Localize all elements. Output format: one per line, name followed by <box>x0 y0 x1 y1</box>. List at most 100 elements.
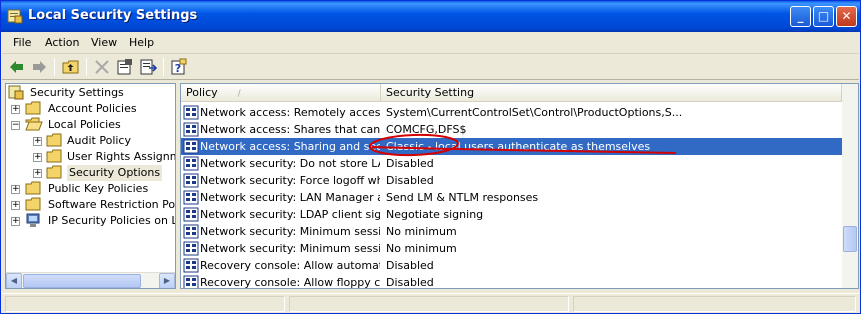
menu-view[interactable]: View <box>91 36 117 49</box>
menu-help[interactable]: Help <box>129 36 154 49</box>
help-icon[interactable]: ? <box>170 58 188 76</box>
back-arrow-icon[interactable] <box>8 58 26 76</box>
app-window: Local Security Settings _ □ ✕ File Actio… <box>0 0 861 314</box>
security-setting-value: Disabled <box>386 276 434 289</box>
properties-icon[interactable] <box>116 58 134 76</box>
policy-name: Network access: Shares that can ... <box>200 123 380 136</box>
policy-name: Recovery console: Allow floppy co... <box>200 276 380 289</box>
folder-icon <box>25 181 41 195</box>
folder-icon <box>46 149 62 163</box>
policy-name: Network access: Sharing and secu... <box>200 140 380 153</box>
delete-icon[interactable] <box>93 58 111 76</box>
menu-bar: File Action View Help <box>2 32 859 54</box>
security-setting-value: No minimum <box>386 225 457 238</box>
list-header: Policy / Security Setting <box>181 84 858 102</box>
policy-icon <box>183 241 199 256</box>
tree-expander[interactable]: + <box>11 185 20 194</box>
up-folder-icon[interactable] <box>62 58 80 76</box>
policy-icon <box>183 207 199 222</box>
policy-name: Network security: LAN Manager a... <box>200 191 380 204</box>
tree-label: Audit Policy <box>67 134 131 147</box>
status-cell <box>573 296 856 312</box>
list-vertical-scrollbar[interactable] <box>842 84 858 288</box>
status-cell <box>5 296 285 312</box>
table-row[interactable]: Network security: Minimum session... No m… <box>181 223 844 240</box>
policy-icon <box>183 190 199 205</box>
table-row[interactable]: Network security: LAN Manager a... Send L… <box>181 189 844 206</box>
tree-label: User Rights Assignmen <box>67 150 175 163</box>
column-header-policy[interactable]: Policy / <box>181 84 381 102</box>
policy-icon <box>183 139 199 154</box>
security-setting-value: Disabled <box>386 259 434 272</box>
tree-label: Security Settings <box>30 86 124 99</box>
policy-icon <box>183 122 199 137</box>
export-list-icon[interactable] <box>139 58 157 76</box>
window-title: Local Security Settings <box>28 8 198 23</box>
title-bar[interactable]: Local Security Settings _ □ ✕ <box>1 1 860 32</box>
sort-indicator: / <box>237 89 241 99</box>
scroll-left-icon[interactable]: ◀ <box>6 273 22 288</box>
scroll-thumb[interactable] <box>843 226 857 252</box>
tree-label: Public Key Policies <box>48 182 149 195</box>
security-settings-icon <box>7 9 23 24</box>
console-tree[interactable]: Security Settings + Account Policies − L… <box>5 83 176 289</box>
table-row[interactable]: Network security: Force logoff wh... Disa… <box>181 172 844 189</box>
tree-expander[interactable]: + <box>33 169 42 178</box>
tree-expander[interactable]: + <box>33 137 42 146</box>
folder-icon <box>46 133 62 147</box>
status-cell <box>289 296 569 312</box>
security-setting-value: Disabled <box>386 157 434 170</box>
table-row[interactable]: Network security: LDAP client signi... Ne… <box>181 206 844 223</box>
table-row[interactable]: Network access: Remotely accessi... Syste… <box>181 104 844 121</box>
table-row[interactable]: Network security: Do not store LA... Disa… <box>181 155 844 172</box>
tree-label: Security Options <box>67 165 163 181</box>
toolbar-separator <box>86 58 87 76</box>
tree-expander[interactable]: − <box>11 121 20 130</box>
folder-icon <box>46 165 62 179</box>
maximize-button[interactable]: □ <box>813 6 834 27</box>
toolbar: ? <box>2 54 859 80</box>
toolbar-separator <box>54 58 55 76</box>
tree-horizontal-scrollbar[interactable]: ◀ ▶ <box>6 272 175 288</box>
table-row[interactable]: Recovery console: Allow automati... Disab… <box>181 257 844 274</box>
status-bar <box>2 293 859 313</box>
table-row[interactable]: Recovery console: Allow floppy co... Disa… <box>181 274 844 289</box>
table-row[interactable]: Network security: Minimum session... No m… <box>181 240 844 257</box>
policy-list[interactable]: Policy / Security Setting Network access:… <box>180 83 859 289</box>
security-setting-value: Classic - local users authenticate as th… <box>386 140 651 153</box>
policy-name: Network security: Minimum session... <box>200 242 380 255</box>
policy-name: Network security: Force logoff wh... <box>200 174 380 187</box>
folder-icon <box>25 197 41 211</box>
tree-label: Software Restriction Policie <box>48 198 176 211</box>
column-header-security-setting[interactable]: Security Setting <box>381 84 842 102</box>
column-label: Security Setting <box>386 86 475 99</box>
tree-expander[interactable]: + <box>11 201 20 210</box>
policy-icon <box>183 156 199 171</box>
policy-icon <box>183 105 199 120</box>
tree-expander[interactable]: + <box>11 105 20 114</box>
table-row[interactable]: Network access: Shares that can ... COMCF… <box>181 121 844 138</box>
close-button[interactable]: ✕ <box>836 6 857 27</box>
folder-icon <box>25 101 41 115</box>
minimize-button[interactable]: _ <box>790 6 811 27</box>
scroll-thumb[interactable] <box>23 274 141 288</box>
scroll-right-icon[interactable]: ▶ <box>159 273 175 288</box>
forward-arrow-icon[interactable] <box>30 58 48 76</box>
policy-name: Network security: LDAP client signi... <box>200 208 380 221</box>
menu-action[interactable]: Action <box>45 36 79 49</box>
security-setting-value: No minimum <box>386 242 457 255</box>
policy-icon <box>183 173 199 188</box>
policy-icon <box>183 275 199 288</box>
policy-icon <box>183 224 199 239</box>
menu-file[interactable]: File <box>13 36 31 49</box>
tree-expander[interactable]: + <box>11 217 20 226</box>
tree-label: Local Policies <box>48 118 121 131</box>
open-folder-icon <box>25 117 43 131</box>
security-setting-value: Disabled <box>386 174 434 187</box>
tree-expander[interactable]: + <box>33 153 42 162</box>
security-setting-value: COMCFG,DFS$ <box>386 123 467 136</box>
security-setting-value: Negotiate signing <box>386 208 484 221</box>
security-settings-icon <box>8 85 24 100</box>
policy-name: Network security: Do not store LA... <box>200 157 380 170</box>
table-row[interactable]: Network access: Sharing and secu... Class… <box>181 138 844 155</box>
